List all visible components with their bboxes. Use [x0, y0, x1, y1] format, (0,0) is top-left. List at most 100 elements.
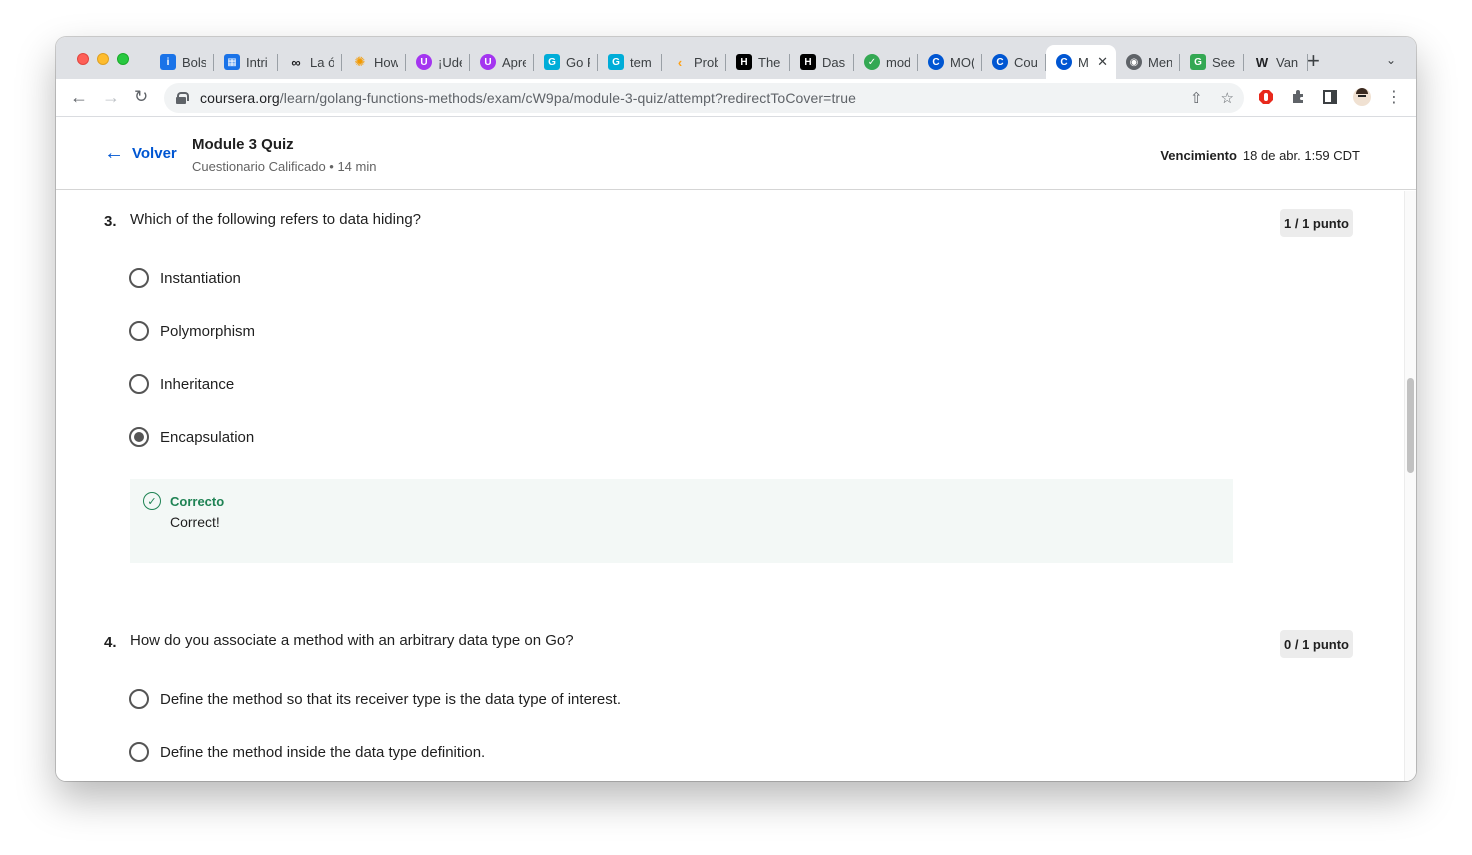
feedback-panel: ✓ Correcto Correct!: [130, 479, 1233, 563]
radio-button[interactable]: [129, 742, 149, 762]
browser-tab[interactable]: ✺ How: [342, 45, 406, 79]
browser-tab[interactable]: G Seel: [1180, 45, 1244, 79]
quiz-header: ← Volver Module 3 Quiz Cuestionario Cali…: [56, 117, 1416, 190]
browser-window: iBols▦Intri∞La ó✺HowU¡UdeUApreGGo FGtem‹…: [56, 37, 1416, 781]
reload-icon[interactable]: ↻: [134, 87, 148, 107]
option-label: Polymorphism: [160, 322, 256, 340]
answer-option[interactable]: Define the method inside the data type d…: [129, 742, 485, 762]
browser-tab[interactable]: ∞ La ó: [278, 45, 342, 79]
radio-button[interactable]: [129, 374, 149, 394]
answer-option[interactable]: Define the method so that its receiver t…: [129, 689, 621, 709]
tab-title: Go F: [566, 54, 590, 70]
due-label: Vencimiento: [1160, 148, 1237, 163]
scrollbar-track[interactable]: [1404, 191, 1416, 781]
browser-tab[interactable]: U Apre: [470, 45, 534, 79]
browser-tab[interactable]: i Bols: [150, 45, 214, 79]
answer-option-selected[interactable]: Encapsulation: [129, 427, 254, 447]
radio-button[interactable]: [129, 689, 149, 709]
browser-tab[interactable]: ▦ Intri: [214, 45, 278, 79]
arrow-left-icon: ←: [104, 142, 124, 164]
hn-icon: H: [800, 54, 816, 70]
tab-title: Dasl: [822, 54, 846, 70]
tab-title: Intri: [246, 54, 268, 70]
question-text: How do you associate a method with an ar…: [130, 632, 574, 649]
check-icon: ✓: [864, 54, 880, 70]
browser-tab[interactable]: C MO(: [918, 45, 982, 79]
globe-icon: ◉: [1126, 54, 1142, 70]
browser-tab[interactable]: H The: [726, 45, 790, 79]
tab-title: ¡Ude: [438, 54, 462, 70]
question-text: Which of the following refers to data hi…: [130, 211, 421, 228]
infinity-icon: ∞: [291, 54, 301, 70]
radio-button[interactable]: [129, 268, 149, 288]
profile-avatar[interactable]: [1353, 88, 1371, 106]
tab-title: Van: [1276, 54, 1299, 70]
answer-option[interactable]: Instantiation: [129, 268, 241, 288]
tab-title: La ó: [310, 54, 334, 70]
question-number: 3.: [104, 213, 117, 230]
radio-button[interactable]: [129, 321, 149, 341]
option-label: Inheritance: [160, 375, 235, 393]
quiz-subtitle: Cuestionario Calificado • 14 min: [192, 159, 377, 174]
tab-title: Seel: [1212, 54, 1236, 70]
layout-icon: ▦: [224, 54, 240, 70]
browser-tab[interactable]: H Dasl: [790, 45, 854, 79]
menu-dots-icon[interactable]: ⋮: [1385, 88, 1403, 106]
share-icon[interactable]: ⇧: [1190, 89, 1203, 107]
extensions-puzzle-icon[interactable]: [1289, 88, 1307, 106]
feedback-text: Correct!: [170, 514, 220, 530]
tab-title: Bols: [182, 54, 206, 70]
browser-tab[interactable]: ‹ Prob: [662, 45, 726, 79]
answer-option[interactable]: Inheritance: [129, 374, 234, 394]
feedback-title: Correcto: [170, 494, 225, 509]
browser-tab[interactable]: W Van: [1244, 45, 1308, 79]
leetcode-icon: ‹: [677, 54, 683, 70]
browser-tab[interactable]: C M ✕: [1046, 45, 1116, 79]
coursera-icon: C: [928, 54, 944, 70]
tab-title: MO(: [950, 54, 974, 70]
quiz-content: 3. Which of the following refers to data…: [56, 190, 1416, 781]
browser-tab[interactable]: ◉ Men: [1116, 45, 1180, 79]
minimize-window-button[interactable]: [97, 53, 109, 65]
adblock-extension-icon[interactable]: [1257, 88, 1275, 106]
close-tab-icon[interactable]: ✕: [1097, 54, 1108, 70]
coursera-icon: C: [1056, 54, 1072, 70]
new-tab-button[interactable]: +: [1307, 50, 1320, 72]
option-label: Define the method inside the data type d…: [160, 743, 486, 761]
udemy-icon: U: [416, 54, 432, 70]
browser-tab[interactable]: ✓ mod: [854, 45, 918, 79]
url-text: coursera.org/learn/golang-functions-meth…: [200, 90, 856, 106]
question-number: 4.: [104, 634, 117, 651]
udemy-icon: U: [480, 54, 496, 70]
side-panel-icon[interactable]: [1321, 88, 1339, 106]
due-date: Vencimiento 18 de abr. 1:59 CDT: [1160, 148, 1360, 163]
answer-option[interactable]: Polymorphism: [129, 321, 255, 341]
radio-button-checked[interactable]: [129, 427, 149, 447]
browser-tab[interactable]: Gtem: [598, 45, 662, 79]
lock-icon[interactable]: [176, 92, 189, 104]
option-label: Define the method so that its receiver t…: [160, 690, 622, 708]
tab-title: M: [1078, 54, 1088, 70]
bookmark-star-icon[interactable]: ☆: [1221, 89, 1234, 107]
browser-tab[interactable]: C Cou: [982, 45, 1046, 79]
back-link[interactable]: ← Volver: [104, 142, 177, 164]
close-window-button[interactable]: [77, 53, 89, 65]
browser-tab[interactable]: G Go F: [534, 45, 598, 79]
back-label: Volver: [132, 144, 177, 162]
maximize-window-button[interactable]: [117, 53, 129, 65]
sun-icon: ✺: [354, 54, 366, 69]
option-label: Instantiation: [160, 269, 241, 287]
points-badge: 1 / 1 punto: [1280, 209, 1353, 237]
info-icon: i: [160, 54, 176, 70]
back-arrow-icon[interactable]: ←: [70, 87, 88, 107]
address-bar[interactable]: coursera.org/learn/golang-functions-meth…: [164, 83, 1244, 113]
forward-arrow-icon[interactable]: →: [102, 87, 120, 107]
quiz-title: Module 3 Quiz: [192, 136, 294, 153]
scrollbar-thumb[interactable]: [1407, 378, 1414, 473]
tab-search-icon[interactable]: ⌄: [1386, 53, 1396, 67]
browser-tab[interactable]: U ¡Ude: [406, 45, 470, 79]
tab-title: tem: [630, 54, 652, 70]
gopher-icon: G: [608, 54, 624, 70]
url-host: coursera.org: [200, 90, 280, 106]
tab-title: Men: [1148, 54, 1172, 70]
